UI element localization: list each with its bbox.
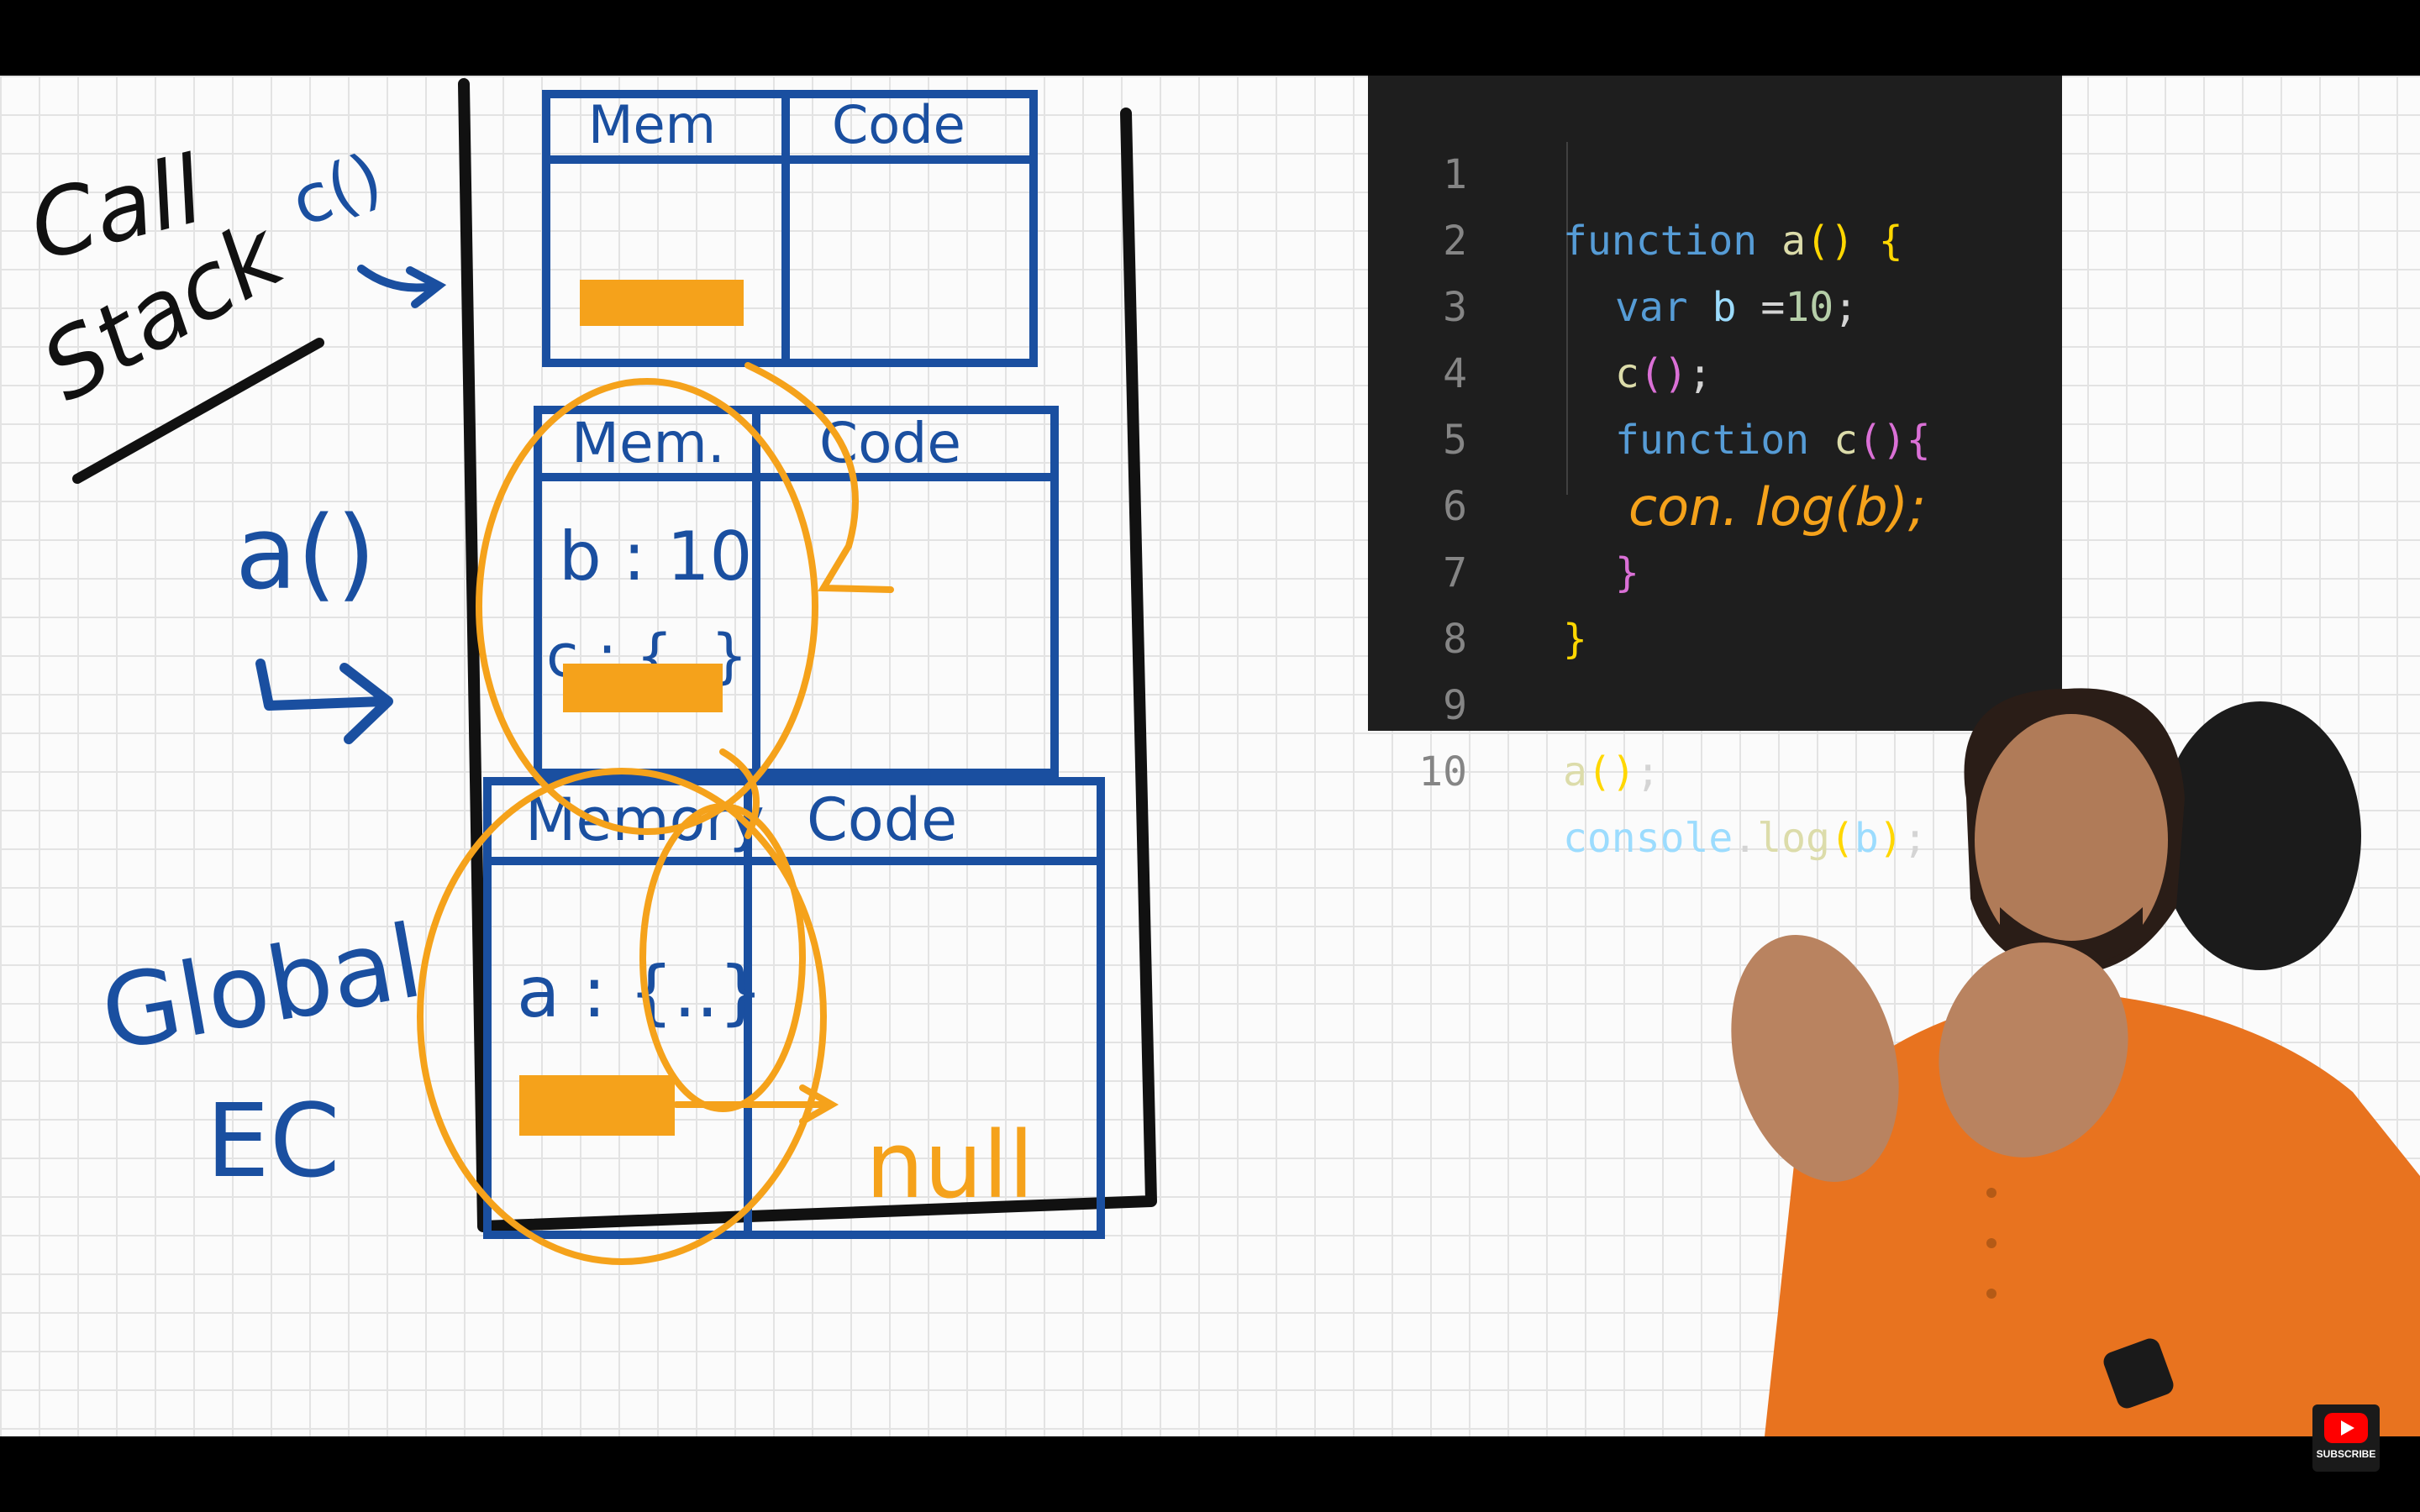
frame-a-memory-entry-b: b : 10 (559, 517, 752, 596)
c-ref-label: c() (281, 138, 392, 242)
youtube-subscribe-button[interactable]: SUBSCRIBE (2312, 1404, 2380, 1472)
code-editor-panel: 1 function a() { 2 var b =10; 3 c(); 4 f… (1368, 76, 2062, 862)
code-line: 1 function a() { (1368, 76, 2062, 265)
global-label-line2: EC (206, 1084, 340, 1200)
null-label: null (865, 1111, 1034, 1219)
code-line: 8 (1368, 540, 2062, 663)
code-line: 5 con. log(b); (1368, 341, 2062, 538)
video-frame: Call Stack c() a() Global EC Mem Code Me… (0, 76, 2420, 1436)
line-number: 10 (1418, 748, 1467, 795)
frame-c-highlight (580, 280, 744, 326)
c-arrow (357, 265, 447, 308)
presenter (1597, 655, 2420, 1436)
code-line: 6 } (1368, 407, 2062, 596)
code-line: 3 c(); (1368, 208, 2062, 397)
frame-c-code-header: Code (832, 94, 965, 155)
a-arrow (255, 659, 393, 744)
code-line: 4 function c(){ (1368, 275, 2062, 464)
global-label-line1: Global (93, 903, 430, 1074)
frame-c-memory-header: Mem (588, 94, 716, 155)
chair-back (2160, 701, 2361, 970)
subscribe-label: SUBSCRIBE (2316, 1448, 2376, 1460)
code-line: 7 } (1368, 474, 2062, 663)
frame-a-highlight (563, 664, 723, 712)
frame-a-memory-header: Mem. (571, 411, 725, 475)
presenter-figure (1731, 688, 2420, 1436)
frame-global-code-header: Code (807, 785, 957, 854)
frame-global-highlight (519, 1075, 675, 1136)
code-line: 2 var b =10; (1368, 142, 2062, 331)
a-ref-label: a() (235, 496, 376, 612)
youtube-subscribe-icon (2324, 1413, 2368, 1443)
